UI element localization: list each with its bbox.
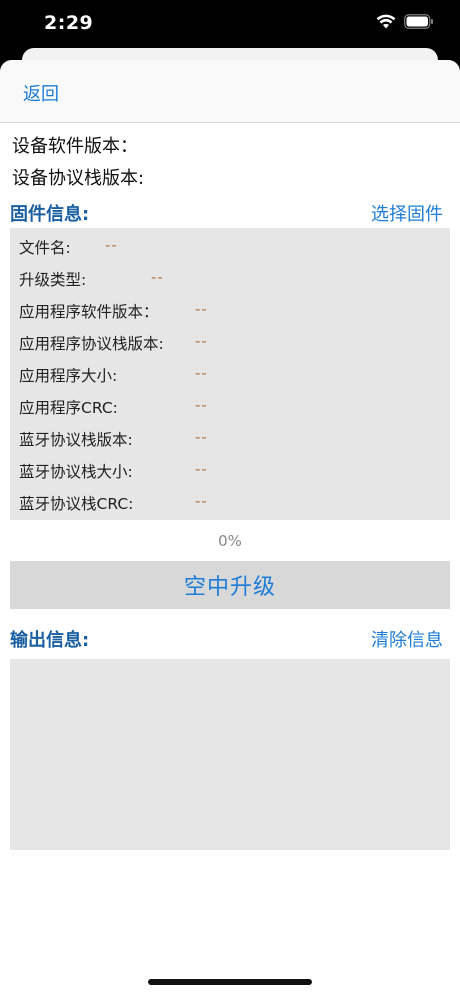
info-label-bt-stack-size: 蓝牙协议栈大小: — [19, 463, 133, 481]
info-value-app-stack-version: -- — [195, 332, 208, 350]
info-label-bt-stack-version: 蓝牙协议栈版本: — [19, 431, 133, 449]
progress-percent: 0% — [218, 532, 242, 550]
device-software-version-label: 设备软件版本： — [12, 136, 138, 157]
info-label-bt-stack-crc: 蓝牙协议栈CRC: — [19, 495, 134, 513]
back-button[interactable]: 返回 — [23, 80, 59, 106]
status-bar: 2:29 — [0, 0, 460, 52]
info-value-file-name: -- — [105, 236, 118, 254]
info-value-bt-stack-crc: -- — [195, 492, 208, 510]
info-value-app-crc: -- — [195, 396, 208, 414]
ota-upgrade-button[interactable]: 空中升级 — [10, 561, 450, 609]
info-value-upgrade-type: -- — [151, 268, 164, 286]
select-firmware-button[interactable]: 选择固件 — [371, 200, 443, 226]
info-label-upgrade-type: 升级类型: — [19, 271, 87, 289]
info-label-app-crc: 应用程序CRC: — [19, 399, 118, 417]
status-icons — [376, 14, 434, 29]
nav-bar: 返回 — [0, 60, 460, 123]
status-time: 2:29 — [44, 12, 94, 34]
device-stack-version-label: 设备协议栈版本: — [12, 168, 145, 189]
info-value-app-size: -- — [195, 364, 208, 382]
firmware-info-panel: 文件名: -- 升级类型: -- 应用程序软件版本： -- 应用程序协议栈版本:… — [10, 228, 450, 520]
info-value-bt-stack-version: -- — [195, 428, 208, 446]
wifi-icon — [376, 14, 396, 29]
output-log-area[interactable] — [10, 659, 450, 850]
info-label-file-name: 文件名: — [19, 239, 71, 257]
info-label-app-software-version: 应用程序软件版本： — [19, 303, 159, 321]
ota-sheet: 返回 设备软件版本： 设备协议栈版本: 固件信息: 选择固件 文件名: -- 升… — [0, 60, 460, 996]
info-label-app-size: 应用程序大小: — [19, 367, 118, 385]
firmware-info-title: 固件信息: — [10, 204, 90, 225]
info-value-app-software-version: -- — [195, 300, 208, 318]
output-info-title: 输出信息: — [10, 630, 90, 651]
battery-icon — [404, 14, 434, 29]
info-value-bt-stack-size: -- — [195, 460, 208, 478]
clear-info-button[interactable]: 清除信息 — [371, 626, 443, 652]
home-indicator[interactable] — [148, 979, 312, 985]
info-label-app-stack-version: 应用程序协议栈版本: — [19, 335, 164, 353]
